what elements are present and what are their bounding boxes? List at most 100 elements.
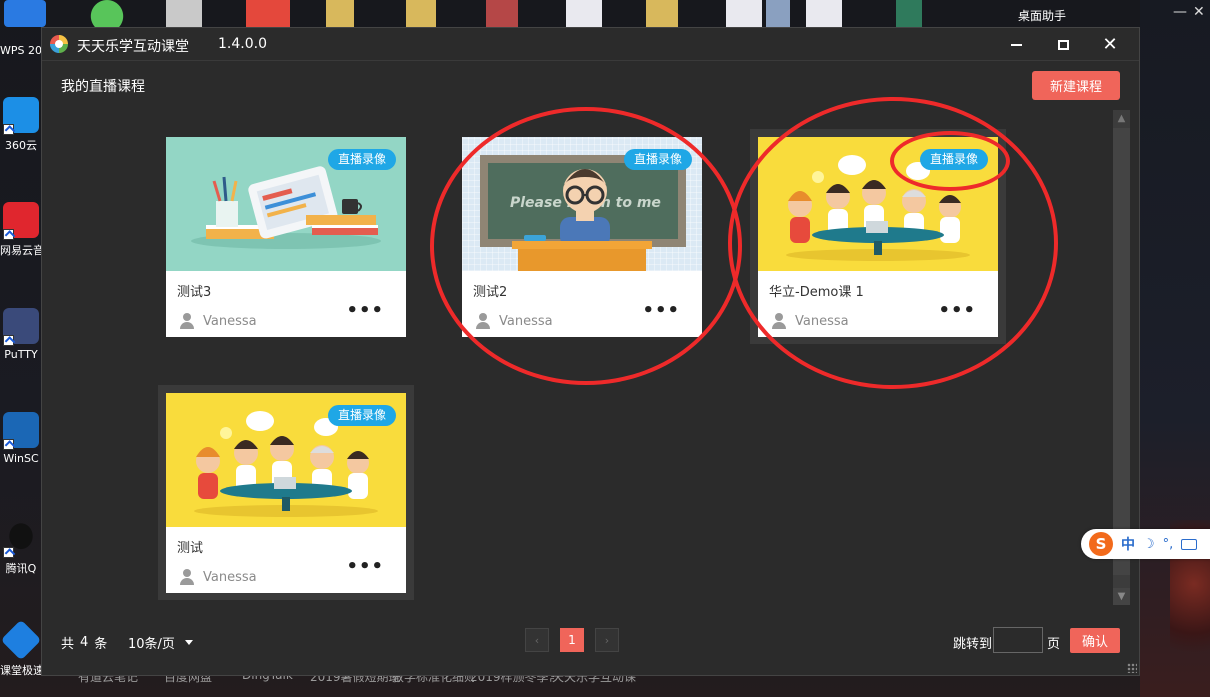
course-thumbnail: 直播录像 <box>166 137 406 271</box>
live-recording-badge: 直播录像 <box>327 149 396 170</box>
owner-name: Vanessa <box>795 313 849 329</box>
course-thumbnail: 直播录像 <box>166 393 406 527</box>
course-card[interactable]: 直播录像 华立-Demo课 1 Vanessa ••• <box>758 137 998 337</box>
desktop-icon-label: 360云 <box>5 139 37 152</box>
shortcut-arrow-icon <box>3 229 14 240</box>
assistant-minimize-icon[interactable]: — <box>1173 5 1187 19</box>
jump-label: 跳转到 <box>953 637 993 652</box>
desktop-icon-qq[interactable]: 腾讯Q <box>0 520 42 576</box>
total-count: 共 4 条 <box>61 633 107 652</box>
live-recording-badge: 直播录像 <box>623 149 692 170</box>
scroll-down-arrow-icon[interactable]: ▼ <box>1113 588 1130 605</box>
resize-grip-icon[interactable] <box>1127 663 1137 673</box>
desktop-icon-label: 网易云音 <box>0 244 42 257</box>
person-icon <box>475 313 491 329</box>
desktop-icon-wps[interactable]: WPS 20 <box>0 30 42 57</box>
page-size-value: 10条/页 <box>128 637 175 652</box>
chevron-down-icon <box>184 640 193 645</box>
live-recording-badge: 直播录像 <box>919 149 988 170</box>
course-owner: Vanessa <box>179 313 257 329</box>
desktop-icon-360cloud[interactable]: 360云 <box>0 97 42 153</box>
title-bar[interactable]: 天天乐学互动课堂 1.4.0.0 ✕ <box>42 28 1139 61</box>
more-options-button[interactable]: ••• <box>642 300 680 321</box>
ime-toolbar[interactable]: S 中 ☽ °, <box>1081 529 1210 559</box>
word-doc-icon[interactable] <box>726 0 762 27</box>
person-icon <box>179 313 195 329</box>
desktop-icon-label: 课堂极速 <box>0 664 42 677</box>
prev-page-button[interactable]: ‹ <box>525 628 549 652</box>
close-icon: ✕ <box>1102 33 1118 55</box>
python-file-icon[interactable] <box>166 0 202 27</box>
red-app-icon[interactable] <box>246 0 290 27</box>
desktop-top-icons <box>0 0 1140 27</box>
app-version: 1.4.0.0 <box>218 36 267 52</box>
app-title: 天天乐学互动课堂 <box>77 39 189 55</box>
more-options-button[interactable]: ••• <box>938 300 976 321</box>
desktop-icon-label: WinSC <box>3 452 39 465</box>
course-thumbnail: Please listen to me 直播录像 <box>462 137 702 271</box>
minimize-button[interactable] <box>996 28 1036 61</box>
live-recording-badge: 直播录像 <box>327 405 396 426</box>
jump-unit: 页 <box>1047 637 1061 652</box>
scrollbar-thumb[interactable] <box>1113 128 1130 575</box>
page-size-select[interactable]: 10条/页 <box>128 633 193 652</box>
desktop-icon-label: 腾讯Q <box>5 562 37 575</box>
assistant-close-icon[interactable]: ✕ <box>1193 4 1205 20</box>
course-title: 华立-Demo课 1 <box>769 285 864 300</box>
desktop-icon-label: WPS 20 <box>0 44 42 57</box>
folder-icon[interactable] <box>646 0 678 27</box>
punctuation-toggle[interactable]: °, <box>1163 537 1174 552</box>
person-icon <box>179 569 195 585</box>
course-thumbnail: 直播录像 <box>758 137 998 271</box>
course-card[interactable]: 直播录像 测试3 Vanessa ••• <box>166 137 406 337</box>
next-page-button[interactable]: › <box>595 628 619 652</box>
word-doc-icon[interactable] <box>806 0 842 27</box>
desktop-icon-winscp[interactable]: WinSC <box>0 412 42 465</box>
desktop-icon-putty[interactable]: PuTTY <box>0 308 42 361</box>
desktop-assistant-label[interactable]: 桌面助手 <box>1018 7 1066 24</box>
jump-page-input[interactable] <box>993 627 1043 653</box>
new-course-button[interactable]: 新建课程 <box>1032 71 1120 100</box>
course-title: 测试3 <box>177 285 212 300</box>
folder-icon[interactable] <box>406 0 436 27</box>
keyboard-icon[interactable] <box>1181 538 1198 550</box>
network-icon[interactable] <box>766 0 790 27</box>
maximize-button[interactable] <box>1043 28 1083 61</box>
terminal-icon <box>3 308 39 346</box>
course-card[interactable]: 直播录像 测试 Vanessa ••• <box>166 393 406 593</box>
total-number: 4 <box>80 635 89 650</box>
shortcut-arrow-icon <box>3 124 14 135</box>
owner-name: Vanessa <box>499 313 553 329</box>
person-icon <box>771 313 787 329</box>
more-options-button[interactable]: ••• <box>346 556 384 577</box>
word-doc-icon[interactable] <box>566 0 602 27</box>
confirm-button[interactable]: 确认 <box>1070 628 1120 653</box>
owner-name: Vanessa <box>203 313 257 329</box>
sogou-logo-icon[interactable]: S <box>1089 532 1113 556</box>
owner-name: Vanessa <box>203 569 257 585</box>
shortcut-arrow-icon <box>3 335 14 346</box>
wps-icon[interactable] <box>4 0 46 27</box>
course-owner: Vanessa <box>179 569 257 585</box>
desktop-icon-classroom[interactable]: 课堂极速 <box>0 619 42 678</box>
shortcut-arrow-icon <box>3 547 14 558</box>
page-number-current[interactable]: 1 <box>560 628 584 652</box>
ime-language-toggle[interactable]: 中 <box>1121 534 1135 554</box>
archive-icon[interactable] <box>486 0 518 27</box>
shortcut-arrow-icon <box>3 439 14 450</box>
close-button[interactable]: ✕ <box>1090 28 1130 61</box>
more-options-button[interactable]: ••• <box>346 300 384 321</box>
course-card[interactable]: Please listen to me 直播录像 测试2 Vanessa ••• <box>462 137 702 337</box>
app-logo-icon <box>50 35 68 53</box>
course-owner: Vanessa <box>475 313 553 329</box>
folder-icon[interactable] <box>326 0 354 27</box>
total-prefix: 共 <box>61 637 75 652</box>
green-app-icon[interactable] <box>86 0 128 27</box>
moon-icon[interactable]: ☽ <box>1143 537 1155 552</box>
image-file-icon[interactable] <box>896 0 922 27</box>
desktop-icon-netease-music[interactable]: 网易云音 <box>0 202 42 258</box>
scroll-up-arrow-icon[interactable]: ▲ <box>1113 110 1130 127</box>
maximize-icon <box>1057 39 1069 50</box>
total-suffix: 条 <box>94 637 108 652</box>
course-title: 测试 <box>177 541 204 556</box>
